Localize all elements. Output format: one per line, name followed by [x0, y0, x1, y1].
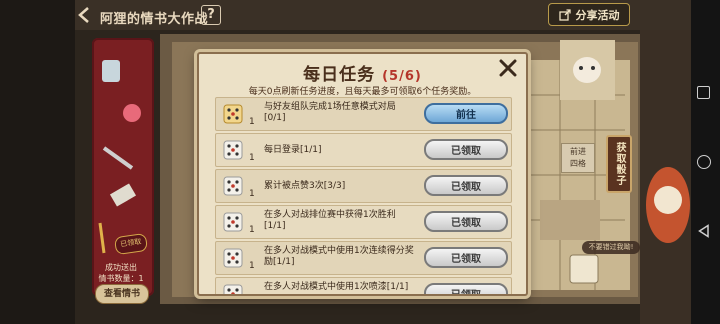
- task-description: 与好友组队完成1场任意模式对局[0/1]: [264, 102, 396, 123]
- dice-reward-icon: [223, 104, 243, 124]
- share-icon: [558, 8, 571, 21]
- event-title: 阿狸的情书大作战: [100, 12, 209, 27]
- dice-reward-icon: [223, 140, 243, 160]
- go-to-task-button[interactable]: 前往: [424, 103, 508, 124]
- task-description: 在多人对战模式中使用1次喷漆[1/1]: [264, 282, 409, 292]
- daily-tasks-dialog: 每日任务 (5/6) 每天0点刷新任务进度，且每天最多可领取6个任务奖励。 1与…: [197, 52, 528, 296]
- task-description: 累计被点赞3次[3/3]: [264, 181, 346, 191]
- reward-quantity: 1: [249, 261, 255, 271]
- claimed-button[interactable]: 已领取: [424, 139, 508, 160]
- reward-quantity: 1: [249, 153, 255, 163]
- back-nav-icon[interactable]: [697, 224, 711, 238]
- claimed-button[interactable]: 已领取: [424, 211, 508, 232]
- dice-reward-icon: [223, 284, 243, 294]
- letters-sent-count: 成功送出 情书数量：1: [98, 263, 144, 283]
- recent-apps-icon[interactable]: [697, 86, 710, 99]
- task-row: 1 与好友组队完成1场任意模式对局[0/1] 前往: [215, 97, 512, 131]
- dice-reward-icon: [223, 176, 243, 196]
- task-row: 1 累计被点赞3次[3/3] 已领取: [215, 169, 512, 203]
- dice-reward-icon: [223, 212, 243, 232]
- task-description: 每日登录[1/1]: [264, 145, 322, 155]
- share-event-label: 分享活动: [575, 8, 620, 22]
- task-row: 1 每日登录[1/1] 已领取: [215, 133, 512, 167]
- task-reward-count: (5/6): [382, 69, 422, 84]
- letter-sticker-panel: [92, 38, 154, 296]
- task-row: 1 在多人对战排位赛中获得1次胜利[1/1] 已领取: [215, 205, 512, 239]
- reward-quantity: 1: [249, 225, 255, 235]
- hint-bubble: 不要错过我呦!: [582, 241, 640, 254]
- claimed-button[interactable]: 已领取: [424, 247, 508, 268]
- task-row: 在多人对战模式中使用1次喷漆[1/1] 已领取: [215, 277, 512, 294]
- task-description: 在多人对战排位赛中获得1次胜利[1/1]: [264, 210, 396, 231]
- dialog-title-text: 每日任务: [303, 65, 376, 85]
- get-dice-button[interactable]: 获取骰子: [606, 135, 632, 193]
- back-arrow-icon[interactable]: [76, 6, 94, 24]
- claimed-button[interactable]: 已领取: [424, 283, 508, 294]
- share-event-button[interactable]: 分享活动: [548, 3, 630, 26]
- sticker-decor: [98, 60, 141, 254]
- close-icon[interactable]: [496, 56, 520, 80]
- task-description: 在多人对战模式中使用1次连续得分奖励[1/1]: [264, 246, 414, 267]
- help-button[interactable]: ?: [201, 5, 221, 25]
- dialog-title: 每日任务 (5/6): [199, 60, 526, 85]
- view-letters-button[interactable]: 查看情书: [95, 284, 149, 304]
- reward-quantity: 1: [249, 189, 255, 199]
- dice-reward-icon: [223, 248, 243, 268]
- forward-four-square: 前进 四格: [561, 143, 595, 173]
- dialog-subtitle: 每天0点刷新任务进度，且每天最多可领取6个任务奖励。: [248, 87, 477, 97]
- claimed-button[interactable]: 已领取: [424, 175, 508, 196]
- home-icon[interactable]: [697, 155, 711, 169]
- task-list: 1 与好友组队完成1场任意模式对局[0/1] 前往 1 每日登录[1/1] 已领取 1 累计被…: [215, 97, 512, 294]
- task-row: 1 在多人对战模式中使用1次连续得分奖励[1/1] 已领取: [215, 241, 512, 275]
- reward-quantity: 1: [249, 117, 255, 127]
